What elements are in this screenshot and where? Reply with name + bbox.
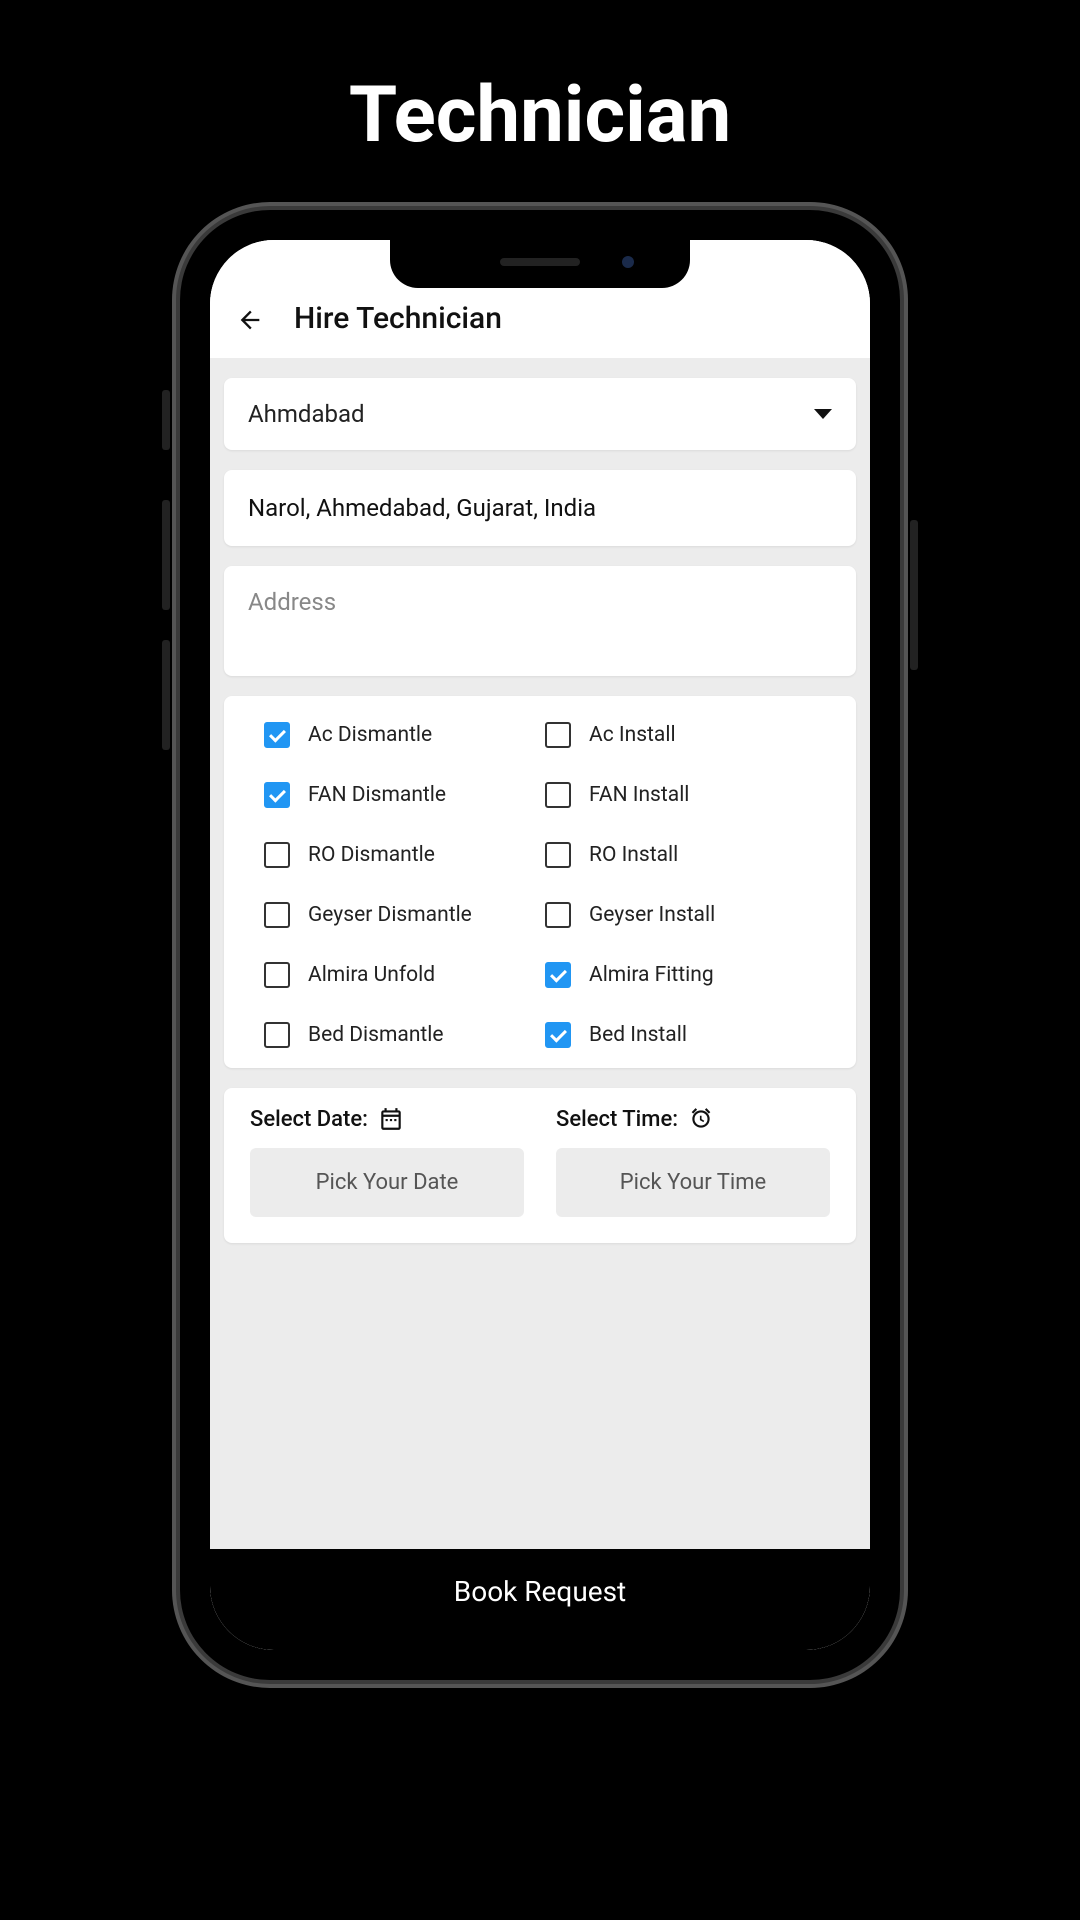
service-item-fan-dismantle: FAN Dismantle <box>264 782 535 808</box>
services-list: Ac Dismantle Ac Install FAN Dismantle FAN I… <box>224 696 856 1068</box>
app-root: Hire Technician Ahmdabad Narol, Ahmedaba… <box>210 240 870 1650</box>
content-area: Ahmdabad Narol, Ahmedabad, Gujarat, Indi… <box>210 358 870 1549</box>
back-button[interactable] <box>234 304 266 336</box>
service-label: Geyser Dismantle <box>308 903 472 927</box>
service-label: RO Dismantle <box>308 843 435 867</box>
checkbox-bed-dismantle[interactable] <box>264 1022 290 1048</box>
pick-date-button[interactable]: Pick Your Date <box>250 1148 524 1217</box>
select-date-label: Select Date: <box>250 1106 524 1132</box>
service-item-bed-dismantle: Bed Dismantle <box>264 1022 535 1048</box>
page-title: Technician <box>0 0 1080 161</box>
service-item-almira-unfold: Almira Unfold <box>264 962 535 988</box>
date-label-text: Select Date: <box>250 1107 368 1132</box>
checkbox-almira-fitting[interactable] <box>545 962 571 988</box>
service-item-ro-dismantle: RO Dismantle <box>264 842 535 868</box>
phone-frame: Hire Technician Ahmdabad Narol, Ahmedaba… <box>180 210 900 1680</box>
pick-time-button[interactable]: Pick Your Time <box>556 1148 830 1217</box>
city-dropdown[interactable]: Ahmdabad <box>224 378 856 450</box>
checkbox-fan-install[interactable] <box>545 782 571 808</box>
city-selected-label: Ahmdabad <box>248 400 365 428</box>
service-item-geyser-dismantle: Geyser Dismantle <box>264 902 535 928</box>
checkbox-almira-unfold[interactable] <box>264 962 290 988</box>
phone-side-button <box>910 520 918 670</box>
checkbox-ro-install[interactable] <box>545 842 571 868</box>
service-item-geyser-install: Geyser Install <box>545 902 816 928</box>
service-label: Almira Unfold <box>308 963 435 987</box>
service-item-ac-install: Ac Install <box>545 722 816 748</box>
calendar-icon <box>378 1106 404 1132</box>
phone-side-button <box>162 390 170 450</box>
clock-icon <box>688 1106 714 1132</box>
header-title: Hire Technician <box>294 301 502 336</box>
checkbox-ac-install[interactable] <box>545 722 571 748</box>
address-placeholder: Address <box>248 588 336 616</box>
select-time-label: Select Time: <box>556 1106 830 1132</box>
time-label-text: Select Time: <box>556 1107 678 1132</box>
phone-side-button <box>162 640 170 750</box>
book-request-button[interactable]: Book Request <box>210 1549 870 1650</box>
service-label: RO Install <box>589 843 678 867</box>
checkbox-fan-dismantle[interactable] <box>264 782 290 808</box>
arrow-left-icon <box>236 306 264 334</box>
service-label: Bed Dismantle <box>308 1023 444 1047</box>
service-item-almira-fitting: Almira Fitting <box>545 962 816 988</box>
phone-notch <box>390 240 690 288</box>
service-label: Almira Fitting <box>589 963 714 987</box>
checkbox-ac-dismantle[interactable] <box>264 722 290 748</box>
location-value: Narol, Ahmedabad, Gujarat, India <box>248 494 596 522</box>
checkbox-bed-install[interactable] <box>545 1022 571 1048</box>
service-item-fan-install: FAN Install <box>545 782 816 808</box>
datetime-section: Select Date: Pick Your Date Select Time:… <box>224 1088 856 1243</box>
location-field[interactable]: Narol, Ahmedabad, Gujarat, India <box>224 470 856 546</box>
chevron-down-icon <box>814 409 832 419</box>
service-item-ro-install: RO Install <box>545 842 816 868</box>
service-label: Ac Dismantle <box>308 723 432 747</box>
checkbox-ro-dismantle[interactable] <box>264 842 290 868</box>
service-label: FAN Dismantle <box>308 783 446 807</box>
address-input[interactable]: Address <box>224 566 856 676</box>
service-label: FAN Install <box>589 783 689 807</box>
service-label: Ac Install <box>589 723 676 747</box>
phone-side-button <box>162 500 170 610</box>
service-label: Bed Install <box>589 1023 687 1047</box>
service-item-bed-install: Bed Install <box>545 1022 816 1048</box>
service-label: Geyser Install <box>589 903 715 927</box>
checkbox-geyser-dismantle[interactable] <box>264 902 290 928</box>
checkbox-geyser-install[interactable] <box>545 902 571 928</box>
service-item-ac-dismantle: Ac Dismantle <box>264 722 535 748</box>
